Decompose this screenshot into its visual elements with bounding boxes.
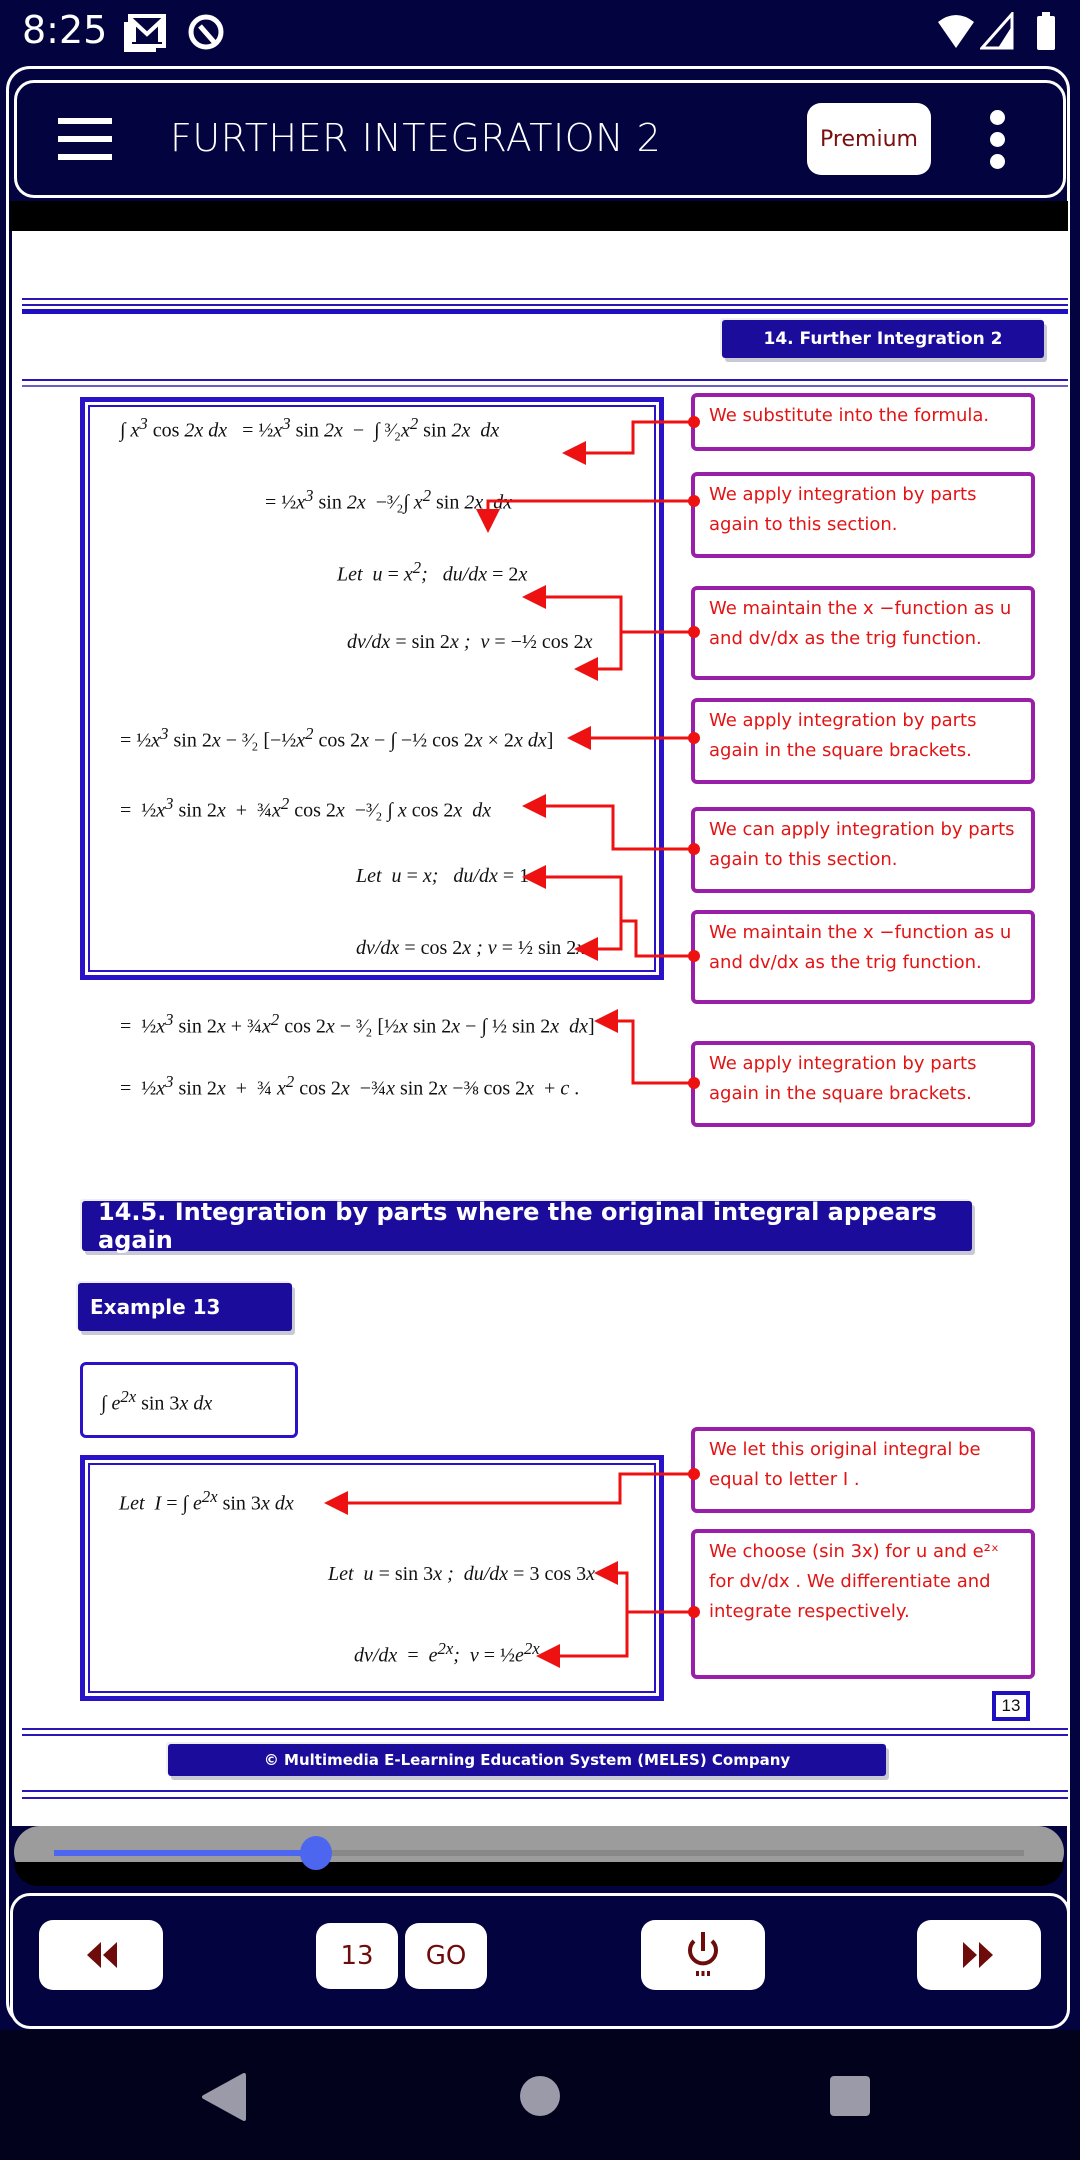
annotation-note: We choose (sin 3x) for u and e²ˣ for dv/… bbox=[691, 1529, 1035, 1679]
more-vert-icon[interactable] bbox=[986, 110, 1010, 170]
rewind-icon bbox=[87, 1942, 117, 1968]
annotation-note: We can apply integration by parts again … bbox=[691, 807, 1035, 893]
go-button[interactable]: GO bbox=[405, 1923, 487, 1989]
footer-copyright: © Multimedia E-Learning Education System… bbox=[168, 1744, 886, 1776]
system-navigation-bar bbox=[0, 2030, 1080, 2160]
document-page: 14. Further Integration 2 ∫ x3 cos 2x dx… bbox=[12, 231, 1068, 1826]
math-line: = ½x3 sin 2x + ¾ x2 cos 2x −¾x sin 2x −⅜… bbox=[120, 1072, 580, 1100]
power-button[interactable] bbox=[641, 1920, 765, 1990]
gmail-icon bbox=[124, 14, 166, 52]
math-line: ∫ x3 cos 2x dx = ½x3 sin 2x − ∫ ³⁄₂x2 si… bbox=[120, 414, 500, 442]
page-slider-thumb[interactable] bbox=[299, 1836, 332, 1870]
divider bbox=[22, 1797, 1068, 1799]
back-icon[interactable] bbox=[200, 2073, 248, 2121]
math-line: Let I = ∫ e2x sin 3x dx bbox=[119, 1487, 294, 1515]
worked-example-box bbox=[80, 397, 664, 980]
divider bbox=[22, 309, 1068, 314]
math-line: Let u = x; du/dx = 1 bbox=[356, 865, 530, 887]
chapter-banner: 14. Further Integration 2 bbox=[722, 320, 1044, 358]
recents-icon[interactable] bbox=[828, 2074, 872, 2118]
example-integral-box: ∫ e2x sin 3x dx bbox=[80, 1362, 298, 1438]
signal-icon bbox=[980, 12, 1014, 50]
sync-icon bbox=[188, 14, 224, 50]
example-integral: ∫ e2x sin 3x dx bbox=[101, 1387, 213, 1415]
divider bbox=[22, 385, 1068, 387]
annotation-note: We apply integration by parts again to t… bbox=[691, 472, 1035, 558]
divider bbox=[22, 1790, 1068, 1792]
fast-forward-icon bbox=[963, 1942, 993, 1968]
math-line: Let u = sin 3x ; du/dx = 3 cos 3x bbox=[328, 1563, 596, 1585]
power-icon bbox=[688, 1932, 718, 1976]
page-number-input[interactable]: 13 bbox=[316, 1923, 398, 1989]
app-title: FURTHER INTEGRATION 2 bbox=[170, 116, 662, 160]
math-line: Let u = x2; du/dx = 2x bbox=[337, 558, 528, 586]
bottom-nav-bar bbox=[10, 1893, 1070, 2029]
annotation-note: We apply integration by parts again in t… bbox=[691, 1041, 1035, 1127]
premium-button[interactable]: Premium bbox=[807, 103, 931, 175]
home-icon[interactable] bbox=[518, 2074, 562, 2118]
page-slider-progress bbox=[54, 1850, 316, 1856]
math-line: = ½x3 sin 2x + ¾x2 cos 2x −³⁄₂ ∫ x cos 2… bbox=[120, 794, 492, 822]
divider bbox=[22, 304, 1068, 306]
page-top-strip bbox=[10, 201, 1068, 231]
math-line: dv/dx = cos 2x ; v = ½ sin 2x bbox=[356, 937, 586, 959]
divider bbox=[22, 379, 1068, 381]
status-time: 8:25 bbox=[22, 8, 108, 52]
annotation-note: We maintain the x −function as u and dv/… bbox=[691, 910, 1035, 1004]
divider bbox=[22, 1728, 1068, 1730]
divider bbox=[22, 298, 1068, 300]
math-line: = ½x3 sin 2x + ¾x2 cos 2x − ³⁄₂ [½x sin … bbox=[120, 1010, 595, 1038]
math-line: = ½x3 sin 2x − ³⁄₂ [−½x2 cos 2x − ∫ −½ c… bbox=[120, 724, 554, 752]
status-bar: 8:25 bbox=[0, 0, 1080, 66]
annotation-note: We apply integration by parts again in t… bbox=[691, 698, 1035, 784]
math-line: dv/dx = sin 2x ; v = −½ cos 2x bbox=[347, 631, 593, 653]
page-slider-shadow bbox=[14, 1862, 1064, 1886]
example-label: Example 13 bbox=[78, 1283, 292, 1331]
annotation-note: We let this original integral be equal t… bbox=[691, 1427, 1035, 1513]
next-page-button[interactable] bbox=[917, 1920, 1041, 1990]
section-heading: 14.5. Integration by parts where the ori… bbox=[82, 1198, 972, 1254]
annotation-note: We maintain the x −function as u and dv/… bbox=[691, 586, 1035, 680]
annotation-note: We substitute into the formula. bbox=[691, 393, 1035, 451]
previous-page-button[interactable] bbox=[39, 1920, 163, 1990]
wifi-icon bbox=[938, 15, 974, 48]
math-line: dv/dx = e2x; v = ½e2x bbox=[354, 1639, 540, 1667]
math-line: = ½x3 sin 2x −³⁄₂∫ x2 sin 2x dx bbox=[265, 486, 513, 514]
divider bbox=[22, 1734, 1068, 1736]
hamburger-menu-icon[interactable] bbox=[58, 118, 112, 160]
battery-icon bbox=[1037, 12, 1055, 50]
page-number: 13 bbox=[992, 1691, 1030, 1721]
